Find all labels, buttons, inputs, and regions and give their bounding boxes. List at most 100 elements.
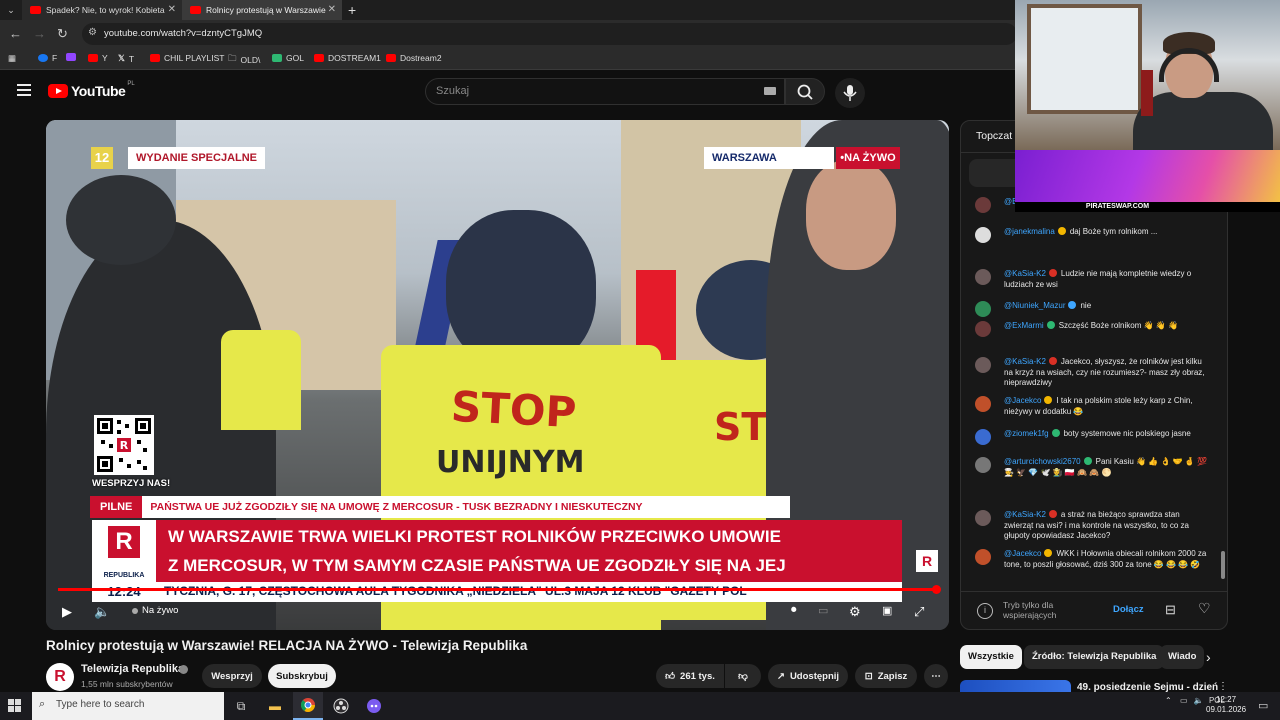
member-badge-icon: [1048, 510, 1057, 518]
tab-search-menu-icon[interactable]: ⌄: [4, 3, 18, 17]
miniplayer-icon[interactable]: ▣: [882, 604, 892, 617]
site-info-icon[interactable]: ⚙: [88, 27, 97, 38]
user-avatar[interactable]: [975, 227, 991, 243]
taskbar-search-input[interactable]: [56, 699, 216, 710]
folder-icon: 🗀: [228, 53, 237, 63]
user-avatar[interactable]: [975, 429, 991, 445]
obs-icon[interactable]: [326, 692, 356, 720]
chat-author[interactable]: @Jacekco: [1004, 549, 1041, 558]
chat-author[interactable]: @KaSia-K2: [1004, 269, 1046, 278]
network-icon[interactable]: ▭: [1180, 696, 1188, 705]
share-button[interactable]: ↗ Udostępnij: [768, 664, 848, 688]
user-avatar[interactable]: [975, 269, 991, 285]
bookmark-item[interactable]: GOL: [272, 53, 304, 63]
chat-author[interactable]: @Niuniek_Mazur: [1004, 301, 1065, 310]
join-button[interactable]: Wesprzyj: [202, 664, 262, 688]
super-chat-icon[interactable]: ⊟: [1165, 602, 1176, 618]
heart-icon[interactable]: ♡: [1198, 600, 1211, 617]
channel-avatar[interactable]: R: [46, 663, 74, 691]
settings-gear-icon[interactable]: ⚙: [849, 604, 861, 620]
chat-author[interactable]: @ziomek1fg: [1004, 429, 1049, 438]
youtube-icon: [88, 54, 98, 62]
bookmark-item[interactable]: 𝕏T: [118, 53, 134, 64]
chat-mode-dropdown[interactable]: Topczat: [976, 130, 1012, 142]
dislike-button[interactable]: 👎︎: [725, 664, 761, 688]
user-avatar[interactable]: [975, 457, 991, 473]
subscribe-button[interactable]: Subskrybuj: [268, 664, 336, 688]
channel-name[interactable]: Telewizja Republika: [81, 663, 184, 675]
twitch-icon[interactable]: [66, 53, 76, 61]
discord-icon[interactable]: [359, 692, 389, 720]
file-explorer-icon[interactable]: ▬: [260, 692, 290, 720]
volume-icon[interactable]: 🔈: [1194, 696, 1204, 705]
hamburger-menu-icon[interactable]: [17, 84, 31, 96]
chip-source[interactable]: Źródło: Telewizja Republika: [1024, 645, 1165, 669]
live-indicator[interactable]: Na żywo: [132, 605, 178, 616]
chat-scrollbar[interactable]: [1221, 551, 1225, 579]
progress-bar[interactable]: [58, 588, 938, 591]
close-icon[interactable]: ✕: [328, 4, 336, 15]
member-badge-icon: [1048, 269, 1057, 277]
bookmark-item[interactable]: Y: [88, 53, 108, 63]
task-view-icon[interactable]: ⧉: [226, 692, 256, 720]
system-clock[interactable]: 12:27 09.01.2026: [1206, 695, 1246, 715]
user-avatar[interactable]: [975, 197, 991, 213]
user-avatar[interactable]: [975, 301, 991, 317]
chrome-icon[interactable]: [293, 692, 323, 720]
user-avatar[interactable]: [975, 510, 991, 526]
user-avatar[interactable]: [975, 357, 991, 373]
volume-icon[interactable]: 🔈: [94, 604, 110, 620]
chat-author[interactable]: @KaSia-K2: [1004, 510, 1046, 519]
close-icon[interactable]: ✕: [168, 4, 176, 15]
save-button[interactable]: ⊡ Zapisz: [855, 664, 917, 688]
browser-tab-active[interactable]: Rolnicy protestują w Warszawie ✕: [182, 0, 342, 20]
voice-search-button[interactable]: [835, 78, 865, 108]
chat-author[interactable]: @janekmalina: [1004, 227, 1055, 236]
new-tab-button[interactable]: +: [348, 0, 356, 20]
chevron-right-icon[interactable]: ›: [1206, 649, 1211, 665]
chip-news[interactable]: Wiado: [1160, 645, 1205, 669]
apps-grid-icon[interactable]: ▦: [8, 53, 16, 64]
bookmark-item[interactable]: DOSTREAM1: [314, 53, 381, 63]
chat-author[interactable]: @ExMarmi: [1004, 321, 1044, 330]
youtube-icon: [314, 54, 324, 62]
forward-icon[interactable]: →: [33, 26, 46, 42]
back-icon[interactable]: ←: [9, 26, 22, 42]
share-arrow-icon: ↗: [776, 670, 785, 682]
youtube-logo[interactable]: YouTube PL: [48, 81, 135, 99]
bookmark-item[interactable]: Dostream2: [386, 53, 442, 63]
subtitles-icon[interactable]: ▭: [818, 604, 828, 617]
chat-author[interactable]: @Jacekco: [1004, 396, 1041, 405]
chip-all[interactable]: Wszystkie: [960, 645, 1022, 669]
chat-author[interactable]: @KaSia-K2: [1004, 357, 1046, 366]
user-avatar[interactable]: [975, 321, 991, 337]
search-input[interactable]: [426, 79, 746, 103]
search-button[interactable]: [785, 78, 825, 105]
user-avatar[interactable]: [975, 549, 991, 565]
chat-author[interactable]: @arturcichowski2670: [1004, 457, 1081, 466]
notifications-icon[interactable]: ▭: [1258, 699, 1268, 712]
keyboard-icon[interactable]: [764, 87, 776, 95]
more-vert-icon[interactable]: ⋮: [1218, 681, 1228, 692]
tray-chevron-up-icon[interactable]: ⌃: [1165, 696, 1172, 705]
program-label: WYDANIE SPECJALNE: [128, 147, 266, 169]
like-button[interactable]: 👍︎ 261 tys.: [656, 664, 724, 688]
windows-start-icon[interactable]: [8, 699, 22, 713]
play-icon[interactable]: ▶: [62, 604, 72, 620]
autoplay-toggle-icon[interactable]: ⏺: [791, 604, 797, 617]
bookmark-folder[interactable]: 🗀 OLD\: [228, 53, 260, 67]
browser-tab[interactable]: Spadek? Nie, to wyrok! Kobieta ✕: [22, 0, 182, 20]
reload-icon[interactable]: ↻: [57, 26, 68, 42]
info-icon[interactable]: i: [977, 603, 993, 619]
bookmark-item[interactable]: CHIL PLAYLIST: [150, 53, 224, 63]
yellow-vest: [221, 330, 301, 430]
address-bar[interactable]: ⚙ youtube.com/watch?v=dzntyCTgJMQ: [82, 23, 1017, 45]
fullscreen-icon[interactable]: ⤢: [914, 604, 924, 620]
progress-scrubber[interactable]: [932, 585, 941, 594]
user-avatar[interactable]: [975, 396, 991, 412]
bookmark-item[interactable]: F: [38, 53, 57, 63]
video-player[interactable]: STOP UNIJNYM STO 12 WYDANIE SPECJALNE WA…: [46, 120, 949, 630]
more-actions-button[interactable]: ⋯: [924, 664, 948, 688]
join-chat-button[interactable]: Dołącz: [1113, 604, 1144, 615]
recommended-thumbnail[interactable]: [960, 680, 1071, 692]
